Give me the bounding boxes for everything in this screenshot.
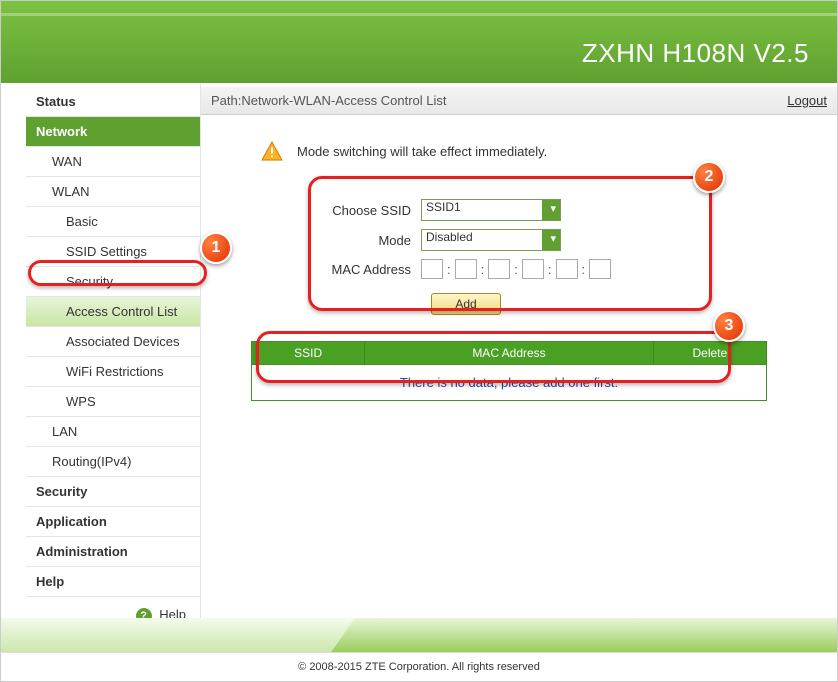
empty-row: There is no data, please add one first. bbox=[252, 365, 767, 401]
mac-octet-6[interactable] bbox=[589, 259, 611, 279]
col-ssid: SSID bbox=[252, 342, 365, 365]
sidebar-item-wps[interactable]: WPS bbox=[26, 387, 200, 417]
col-mac: MAC Address bbox=[365, 342, 653, 365]
sidebar-item-help[interactable]: Help bbox=[26, 567, 200, 597]
sidebar-item-network[interactable]: Network bbox=[26, 117, 200, 147]
mac-octet-4[interactable] bbox=[522, 259, 544, 279]
mac-octet-1[interactable] bbox=[421, 259, 443, 279]
sidebar-item-wan[interactable]: WAN bbox=[26, 147, 200, 177]
sidebar-item-security[interactable]: Security bbox=[26, 267, 200, 297]
choose-ssid-label: Choose SSID bbox=[301, 203, 421, 218]
content: Path:Network-WLAN-Access Control List Lo… bbox=[201, 83, 837, 635]
sidebar-item-application[interactable]: Application bbox=[26, 507, 200, 537]
warning-icon bbox=[261, 141, 283, 161]
breadcrumb-bar: Path:Network-WLAN-Access Control List Lo… bbox=[201, 87, 837, 115]
sidebar-item-ssid-settings[interactable]: SSID Settings bbox=[26, 237, 200, 267]
mac-octet-2[interactable] bbox=[455, 259, 477, 279]
header-stripe bbox=[1, 13, 837, 16]
sidebar-item-administration[interactable]: Administration bbox=[26, 537, 200, 567]
breadcrumb: Path:Network-WLAN-Access Control List bbox=[211, 93, 447, 108]
col-delete: Delete bbox=[653, 342, 766, 365]
acl-table-box: SSID MAC Address Delete There is no data… bbox=[251, 341, 767, 401]
footer: © 2008-2015 ZTE Corporation. All rights … bbox=[1, 618, 837, 681]
mode-label: Mode bbox=[301, 233, 421, 248]
logout-link[interactable]: Logout bbox=[787, 93, 827, 108]
notice-text: Mode switching will take effect immediat… bbox=[297, 144, 547, 159]
acl-form: Choose SSID SSID1 Mode Disabled MAC Addr… bbox=[271, 181, 767, 329]
sidebar-item-security-top[interactable]: Security bbox=[26, 477, 200, 507]
sidebar-item-acl[interactable]: Access Control List bbox=[26, 297, 200, 327]
device-title: ZXHN H108N V2.5 bbox=[582, 38, 809, 69]
notice: Mode switching will take effect immediat… bbox=[261, 141, 837, 161]
sidebar-item-wifi-restrictions[interactable]: WiFi Restrictions bbox=[26, 357, 200, 387]
add-button[interactable]: Add bbox=[431, 293, 501, 315]
sidebar-item-lan[interactable]: LAN bbox=[26, 417, 200, 447]
mac-address-input: : : : : : bbox=[421, 259, 611, 279]
mac-address-label: MAC Address bbox=[301, 262, 421, 277]
copyright: © 2008-2015 ZTE Corporation. All rights … bbox=[1, 652, 837, 681]
header: ZXHN H108N V2.5 bbox=[1, 1, 837, 83]
sidebar-item-associated-devices[interactable]: Associated Devices bbox=[26, 327, 200, 357]
mac-octet-5[interactable] bbox=[556, 259, 578, 279]
sidebar-item-status[interactable]: Status bbox=[26, 87, 200, 117]
mac-octet-3[interactable] bbox=[488, 259, 510, 279]
footer-stripe bbox=[1, 618, 837, 652]
sidebar-item-wlan[interactable]: WLAN bbox=[26, 177, 200, 207]
sidebar-item-routing[interactable]: Routing(IPv4) bbox=[26, 447, 200, 477]
acl-table: SSID MAC Address Delete There is no data… bbox=[251, 341, 767, 401]
sidebar: Status Network WAN WLAN Basic SSID Setti… bbox=[26, 83, 201, 635]
mode-select[interactable]: Disabled bbox=[421, 229, 561, 251]
sidebar-item-basic[interactable]: Basic bbox=[26, 207, 200, 237]
choose-ssid-select[interactable]: SSID1 bbox=[421, 199, 561, 221]
